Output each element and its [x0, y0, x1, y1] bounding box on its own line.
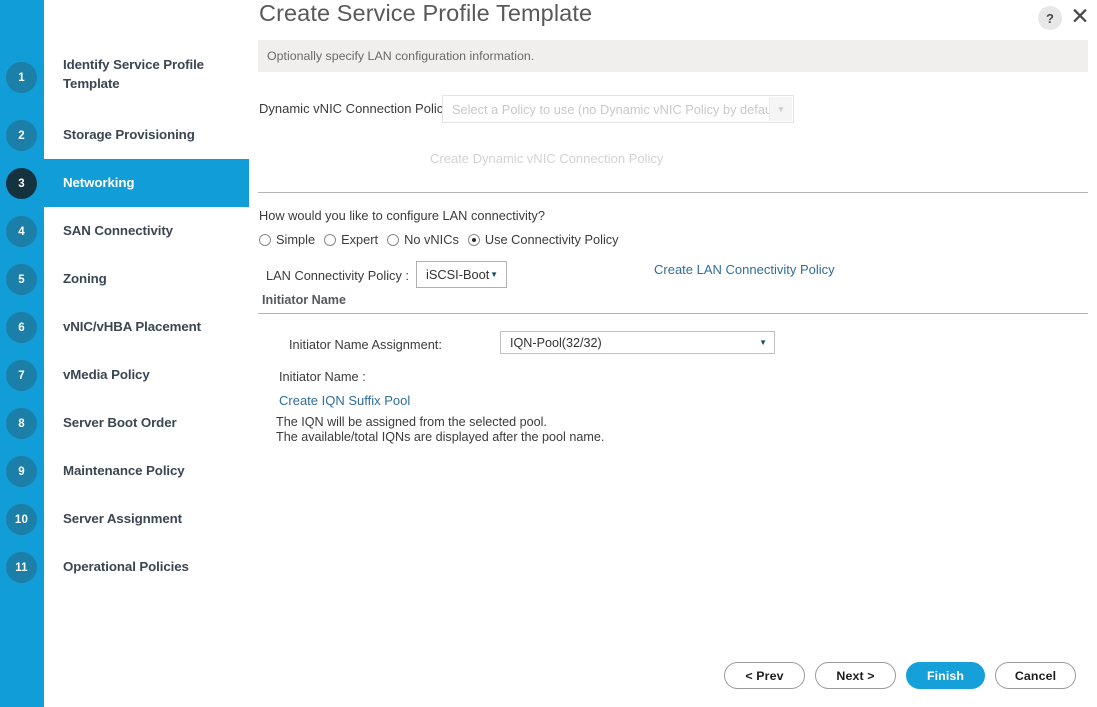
radio-label: Simple [276, 232, 316, 247]
lan-connectivity-policy-value: iSCSI-Boot [426, 267, 490, 282]
lan-connectivity-policy-select[interactable]: iSCSI-Boot ▼ [416, 261, 507, 288]
dynamic-vnic-policy-label: Dynamic vNIC Connection Policy: [259, 101, 454, 116]
lan-connectivity-policy-label: LAN Connectivity Policy : [266, 268, 409, 283]
radio-label: No vNICs [404, 232, 459, 247]
chevron-down-icon: ▼ [769, 97, 792, 121]
finish-button[interactable]: Finish [906, 662, 985, 689]
radio-icon [259, 233, 271, 246]
initiator-name-assignment-value: IQN-Pool(32/32) [510, 335, 602, 350]
create-iqn-suffix-pool-link[interactable]: Create IQN Suffix Pool [279, 393, 410, 408]
step-number-badge: 6 [6, 312, 37, 343]
lan-connectivity-question: How would you like to configure LAN conn… [259, 208, 545, 223]
radio-expert[interactable]: Expert [324, 232, 378, 247]
prev-button[interactable]: < Prev [724, 662, 805, 689]
step-number-badge: 10 [6, 504, 37, 535]
step-number-badge: 4 [6, 216, 37, 247]
dynamic-vnic-policy-select: Select a Policy to use (no Dynamic vNIC … [442, 95, 794, 123]
create-dynamic-vnic-connection-policy-link: Create Dynamic vNIC Connection Policy [430, 151, 664, 166]
section-divider [258, 313, 1088, 314]
initiator-name-assignment-label: Initiator Name Assignment: [289, 337, 442, 352]
step-number-badge: 3 [6, 168, 37, 199]
lan-connectivity-radio-group: Simple Expert No vNICs Use Connectivity … [259, 232, 628, 247]
radio-simple[interactable]: Simple [259, 232, 315, 247]
initiator-name-section-heading: Initiator Name [262, 293, 346, 307]
step-number-badge: 5 [6, 264, 37, 295]
radio-use-connectivity-policy[interactable]: Use Connectivity Policy [467, 232, 619, 247]
step-number-badge: 2 [6, 120, 37, 151]
iqn-hint-line-2: The available/total IQNs are displayed a… [276, 430, 605, 444]
chevron-down-icon: ▼ [759, 337, 767, 347]
step-number-badge: 7 [6, 360, 37, 391]
radio-icon [324, 233, 337, 246]
dynamic-vnic-policy-placeholder: Select a Policy to use (no Dynamic vNIC … [452, 101, 783, 117]
wizard-footer: < Prev Next > Finish Cancel [724, 662, 1076, 689]
initiator-name-label: Initiator Name : [279, 369, 366, 384]
radio-label: Use Connectivity Policy [484, 232, 619, 247]
chevron-down-icon: ▼ [490, 269, 498, 279]
step-number-badge: 8 [6, 408, 37, 439]
step-number-badge: 11 [6, 552, 37, 583]
radio-icon-selected [467, 233, 480, 246]
radio-icon [387, 233, 400, 246]
lan-configuration-form: Dynamic vNIC Connection Policy: Select a… [0, 0, 1097, 707]
next-button[interactable]: Next > [815, 662, 896, 689]
section-divider [258, 192, 1088, 193]
initiator-name-assignment-select[interactable]: IQN-Pool(32/32) ▼ [500, 331, 775, 354]
iqn-hint-line-1: The IQN will be assigned from the select… [276, 415, 547, 429]
step-number-badge: 1 [6, 62, 37, 93]
cancel-button[interactable]: Cancel [995, 662, 1076, 689]
radio-no-vnics[interactable]: No vNICs [387, 232, 459, 247]
radio-label: Expert [341, 232, 379, 247]
step-number-badge: 9 [6, 456, 37, 487]
create-lan-connectivity-policy-link[interactable]: Create LAN Connectivity Policy [654, 262, 835, 277]
